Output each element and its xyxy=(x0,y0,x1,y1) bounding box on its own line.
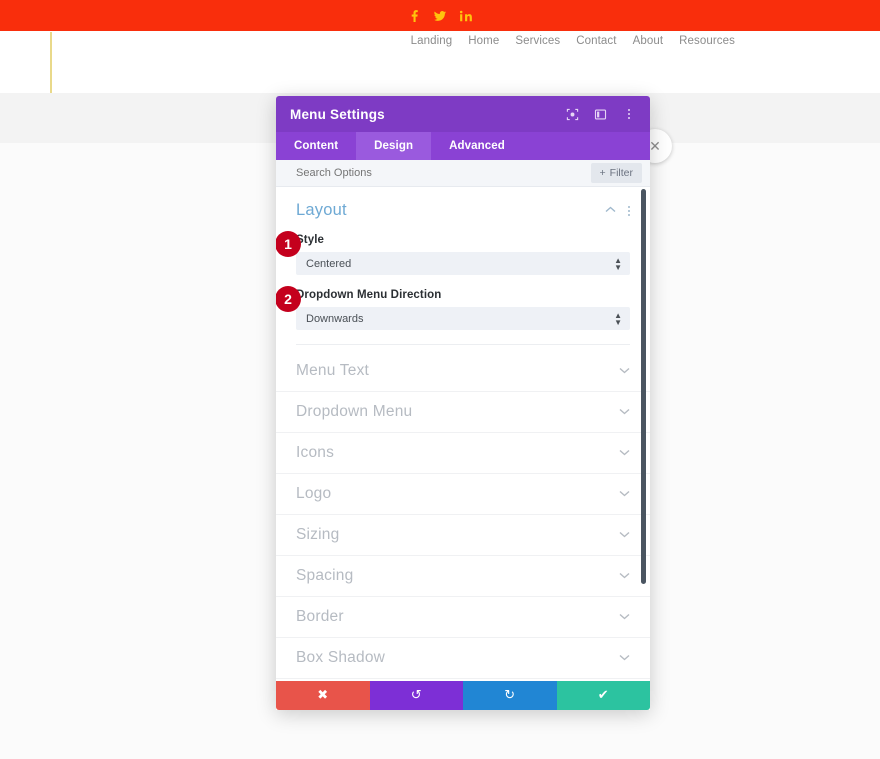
field-style-label: Style xyxy=(296,234,324,246)
section-logo[interactable]: Logo xyxy=(276,474,650,515)
chevron-down-icon[interactable] xyxy=(619,571,630,582)
dropdown-direction-select-value: Downwards xyxy=(306,312,364,325)
dropdown-direction-select[interactable]: Downwards ▲ ▼ xyxy=(296,307,630,330)
tab-advanced[interactable]: Advanced xyxy=(431,132,523,160)
section-logo-title: Logo xyxy=(296,485,332,502)
more-vertical-icon[interactable] xyxy=(621,107,636,122)
section-box-shadow[interactable]: Box Shadow xyxy=(276,638,650,679)
chevron-down-icon[interactable] xyxy=(619,489,630,500)
search-input[interactable] xyxy=(296,167,591,179)
settings-scrollbar-thumb[interactable] xyxy=(641,189,646,584)
section-spacing[interactable]: Spacing xyxy=(276,556,650,597)
tab-design[interactable]: Design xyxy=(356,132,432,160)
settings-scroll-area: Layout 1 Style Centered ▲ ▼ 2 Dropdown Me… xyxy=(276,187,650,681)
layout-panel-icon[interactable] xyxy=(593,107,608,122)
section-icons[interactable]: Icons xyxy=(276,433,650,474)
chevron-down-icon[interactable] xyxy=(619,653,630,664)
chevron-up-icon[interactable] xyxy=(605,205,616,216)
redo-button[interactable]: ↻ xyxy=(463,681,557,710)
header-accent-rule xyxy=(50,32,52,93)
nav-item-contact[interactable]: Contact xyxy=(576,35,616,47)
search-row: + Filter xyxy=(276,160,650,187)
linkedin-icon[interactable] xyxy=(459,9,473,23)
filter-button[interactable]: + Filter xyxy=(590,163,642,183)
chevron-down-icon[interactable] xyxy=(619,407,630,418)
section-dropdown-menu[interactable]: Dropdown Menu xyxy=(276,392,650,433)
menu-settings-modal: Menu Settings Content Design Advanced Se… xyxy=(276,96,650,710)
save-button[interactable]: ✔ xyxy=(556,681,650,710)
chevron-down-icon[interactable] xyxy=(619,530,630,541)
section-dropdown-menu-title: Dropdown Menu xyxy=(296,403,413,420)
field-dropdown-direction: 2 Dropdown Menu Direction Downwards ▲ ▼ xyxy=(276,286,630,330)
nav-item-landing[interactable]: Landing xyxy=(411,35,453,47)
section-border[interactable]: Border xyxy=(276,597,650,638)
cancel-button[interactable]: ✖ xyxy=(276,681,370,710)
chevron-down-icon[interactable] xyxy=(619,366,630,377)
select-spinner-icon: ▲ ▼ xyxy=(614,310,622,327)
section-icons-title: Icons xyxy=(296,444,335,461)
filter-button-label: Filter xyxy=(609,167,633,179)
nav-item-services[interactable]: Services xyxy=(515,35,560,47)
annotation-badge-2: 2 xyxy=(276,286,301,312)
twitter-icon[interactable] xyxy=(433,9,447,23)
modal-title: Menu Settings xyxy=(290,106,385,122)
modal-tabs: Content Design Advanced xyxy=(276,132,650,160)
field-dropdown-direction-label: Dropdown Menu Direction xyxy=(296,289,442,301)
modal-title-icons xyxy=(565,107,636,122)
section-menu-text-title: Menu Text xyxy=(296,362,370,379)
style-select[interactable]: Centered ▲ ▼ xyxy=(296,252,630,275)
section-layout-header[interactable]: Layout xyxy=(296,201,630,220)
modal-footer: ✖ ↺ ↻ ✔ xyxy=(276,681,650,710)
section-layout: Layout 1 Style Centered ▲ ▼ 2 Dropdown Me… xyxy=(276,187,650,351)
tab-content[interactable]: Content xyxy=(276,132,356,160)
undo-button[interactable]: ↺ xyxy=(369,681,463,710)
site-nav: Landing Home Services Contact About Reso… xyxy=(411,35,735,47)
style-select-value: Centered xyxy=(306,257,352,270)
section-sizing[interactable]: Sizing xyxy=(276,515,650,556)
chevron-down-icon[interactable] xyxy=(619,612,630,623)
section-layout-title: Layout xyxy=(296,201,347,219)
section-border-title: Border xyxy=(296,608,344,625)
section-box-shadow-title: Box Shadow xyxy=(296,649,386,666)
section-menu-text[interactable]: Menu Text xyxy=(276,351,650,392)
chevron-down-icon[interactable] xyxy=(619,448,630,459)
facebook-icon[interactable] xyxy=(407,9,421,23)
focus-icon[interactable] xyxy=(565,107,580,122)
section-spacing-title: Spacing xyxy=(296,567,354,584)
close-icon: ✕ xyxy=(649,138,661,154)
select-spinner-icon: ▲ ▼ xyxy=(614,255,622,272)
nav-item-about[interactable]: About xyxy=(633,35,664,47)
annotation-badge-1: 1 xyxy=(276,231,301,257)
field-style: 1 Style Centered ▲ ▼ xyxy=(276,231,630,275)
modal-titlebar: Menu Settings xyxy=(276,96,650,132)
section-sizing-title: Sizing xyxy=(296,526,340,543)
section-divider xyxy=(296,344,630,345)
plus-icon: + xyxy=(599,167,606,179)
site-header: Landing Home Services Contact About Reso… xyxy=(0,31,880,93)
social-bar xyxy=(0,0,880,31)
nav-item-home[interactable]: Home xyxy=(468,35,499,47)
nav-item-resources[interactable]: Resources xyxy=(679,35,735,47)
section-more-vertical-icon[interactable] xyxy=(628,205,630,216)
